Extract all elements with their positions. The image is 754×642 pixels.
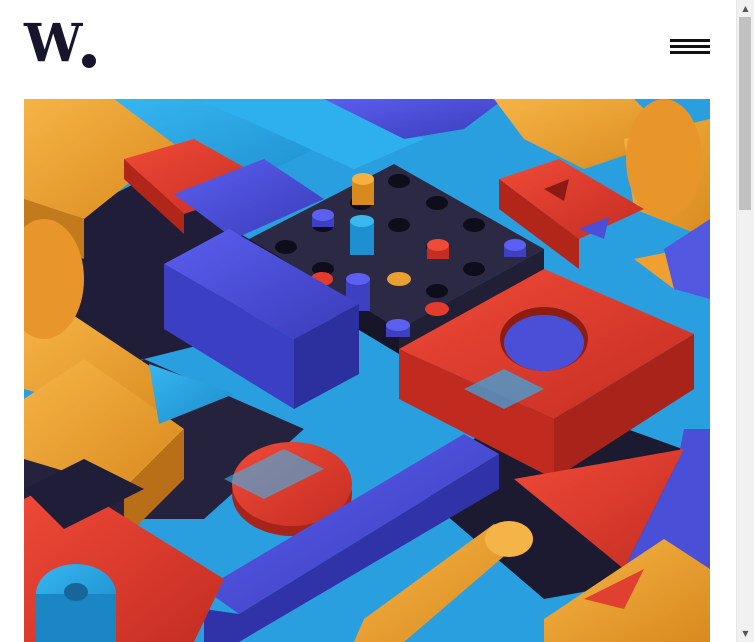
logo-dot-icon (82, 54, 97, 68)
site-logo[interactable]: W (24, 13, 97, 74)
vertical-scrollbar[interactable]: ▲ ▼ (736, 0, 754, 642)
scrollbar-thumb[interactable] (739, 17, 751, 210)
hamburger-menu-icon[interactable] (668, 37, 712, 59)
abstract-blocks-illustration (24, 99, 710, 642)
menu-line (670, 39, 710, 42)
menu-line (670, 51, 710, 54)
menu-line (670, 45, 710, 48)
page: W ▲ ▼ (0, 0, 754, 642)
scroll-up-arrow-icon[interactable]: ▲ (737, 0, 754, 17)
hero-image (24, 99, 710, 642)
scroll-down-arrow-icon[interactable]: ▼ (737, 625, 754, 642)
logo-text: W (24, 13, 82, 74)
